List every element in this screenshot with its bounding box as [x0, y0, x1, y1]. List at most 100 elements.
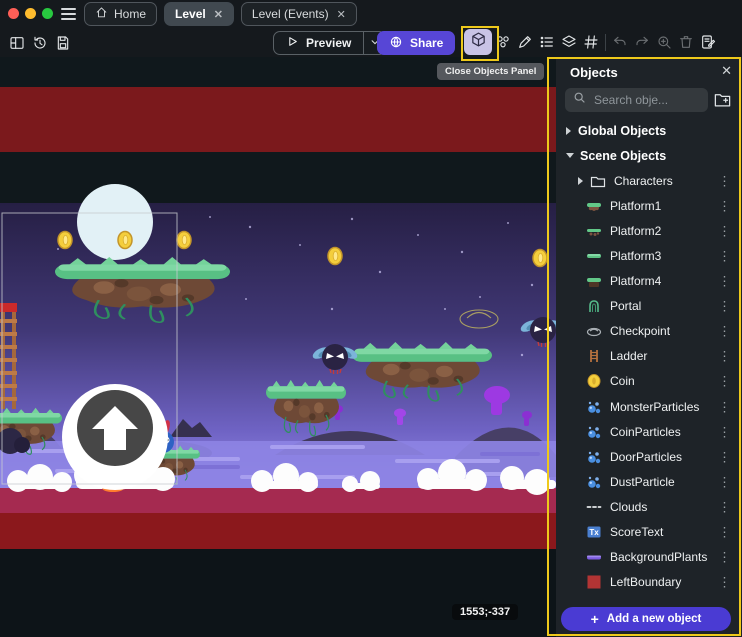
object-item-clouds[interactable]: Clouds ⋮ [556, 494, 742, 519]
object-label: Clouds [610, 500, 647, 514]
plant-icon [586, 549, 602, 565]
item-menu-icon[interactable]: ⋮ [718, 300, 731, 313]
panels-layout-icon[interactable] [6, 31, 28, 55]
object-item-coin[interactable]: Coin ⋮ [556, 369, 742, 394]
object-label: Coin [610, 374, 635, 388]
item-menu-icon[interactable]: ⋮ [718, 224, 731, 237]
object-item-backgroundplants[interactable]: BackgroundPlants⋮ [556, 545, 742, 570]
item-menu-icon[interactable]: ⋮ [718, 174, 731, 187]
object-label: LeftBoundary [610, 575, 681, 589]
jump-button-instance[interactable] [62, 384, 168, 490]
main-menu-icon[interactable] [61, 8, 76, 20]
history-icon[interactable] [29, 31, 51, 55]
item-menu-icon[interactable]: ⋮ [718, 199, 731, 212]
tab-level[interactable]: Level✕ [164, 2, 234, 26]
toolbar-left-icons [6, 31, 74, 55]
item-menu-icon[interactable]: ⋮ [718, 500, 731, 513]
platform-dark-icon [586, 273, 602, 289]
object-item-portal[interactable]: Portal⋮ [556, 294, 742, 319]
object-item-monsterparticles[interactable]: MonsterParticles⋮ [556, 394, 742, 419]
window-zoom-button[interactable] [42, 8, 53, 19]
platform-dotted-icon [586, 223, 602, 239]
particles-icon [586, 399, 602, 415]
item-menu-icon[interactable]: ⋮ [718, 400, 731, 413]
tree-section-scene-objects[interactable]: Scene Objects [556, 143, 742, 168]
object-label: Checkpoint [610, 324, 670, 338]
object-tree: Global ObjectsScene ObjectsCharacters⋮Pl… [556, 118, 742, 595]
object-item-platform4[interactable]: Platform4⋮ [556, 269, 742, 294]
object-item-dustparticle[interactable]: DustParticle⋮ [556, 469, 742, 494]
item-menu-icon[interactable]: ⋮ [718, 475, 731, 488]
item-menu-icon[interactable]: ⋮ [718, 325, 731, 338]
window-close-button[interactable] [8, 8, 19, 19]
undo-icon [609, 30, 631, 54]
chevron-down-icon[interactable] [566, 153, 574, 158]
tab-label: Home [114, 7, 146, 21]
chevron-right-icon[interactable] [566, 127, 571, 135]
object-label: CoinParticles [610, 425, 681, 439]
cursor-coordinates-badge: 1553;-337 [452, 604, 518, 620]
item-menu-icon[interactable]: ⋮ [718, 526, 731, 539]
item-menu-icon[interactable]: ⋮ [718, 450, 731, 463]
add-new-object-button[interactable]: + Add a new object [561, 607, 731, 631]
object-item-ladder[interactable]: Ladder⋮ [556, 344, 742, 369]
item-menu-icon[interactable]: ⋮ [718, 275, 731, 288]
tab-label: Level (Events) [252, 7, 329, 21]
particles-icon [586, 424, 602, 440]
title-bar: Home Level✕ Level (Events) ✕ [0, 0, 742, 28]
item-menu-icon[interactable]: ⋮ [718, 250, 731, 263]
chevron-right-icon[interactable] [578, 177, 583, 185]
close-icon[interactable]: ✕ [721, 63, 732, 79]
bottom-boundary-band [0, 513, 556, 549]
item-menu-icon[interactable]: ⋮ [718, 576, 731, 589]
tab-home[interactable]: Home [84, 2, 157, 26]
object-item-platform1[interactable]: Platform1⋮ [556, 193, 742, 218]
object-item-leftboundary[interactable]: LeftBoundary ⋮ [556, 570, 742, 595]
tab-close-icon[interactable]: ✕ [214, 8, 223, 21]
object-item-doorparticles[interactable]: DoorParticles⋮ [556, 444, 742, 469]
object-label: Platform3 [610, 249, 661, 263]
window-minimize-button[interactable] [25, 8, 36, 19]
grid-icon[interactable] [580, 30, 602, 54]
search-input[interactable] [592, 92, 700, 108]
item-menu-icon[interactable]: ⋮ [718, 375, 731, 388]
item-menu-icon[interactable]: ⋮ [718, 350, 731, 363]
tab-close-icon[interactable]: ✕ [337, 8, 346, 21]
trash-icon [675, 30, 697, 54]
scene-editor-canvas[interactable]: 1553;-337 [0, 57, 556, 637]
item-menu-icon[interactable]: ⋮ [718, 425, 731, 438]
object-item-coinparticles[interactable]: CoinParticles ⋮ [556, 419, 742, 444]
red-square-icon [586, 574, 602, 590]
object-groups-icon[interactable] [492, 30, 514, 54]
save-icon[interactable] [52, 31, 74, 55]
object-item-platform3[interactable]: Platform3 ⋮ [556, 243, 742, 268]
instances-list-icon[interactable] [536, 30, 558, 54]
object-item-platform2[interactable]: Platform2 ⋮ [556, 218, 742, 243]
add-folder-icon[interactable] [713, 90, 732, 114]
preview-button[interactable]: Preview [274, 32, 363, 54]
share-button[interactable]: Share [377, 31, 455, 55]
share-label: Share [410, 36, 443, 50]
moon-instance[interactable] [77, 184, 153, 260]
tab-level-events[interactable]: Level (Events) ✕ [241, 2, 357, 26]
object-item-checkpoint[interactable]: Checkpoint ⋮ [556, 319, 742, 344]
tooltip: Close Objects Panel [437, 63, 544, 80]
canvas-outside-area [0, 549, 556, 637]
layers-icon[interactable] [558, 30, 580, 54]
object-item-characters[interactable]: Characters⋮ [556, 168, 742, 193]
tree-section-global-objects[interactable]: Global Objects [556, 118, 742, 143]
object-label: Platform2 [610, 224, 661, 238]
tab-bar: Home Level✕ Level (Events) ✕ [84, 2, 357, 26]
svg-text:Tx: Tx [589, 528, 599, 537]
edit-icon[interactable] [514, 30, 536, 54]
objects-panel-toggle-button[interactable] [464, 29, 492, 55]
zoom-in-icon [653, 30, 675, 54]
scene-properties-icon[interactable] [697, 30, 719, 54]
platform-flat-icon [586, 248, 602, 264]
object-search-box[interactable] [565, 88, 708, 112]
coin-icon [586, 373, 602, 389]
item-menu-icon[interactable]: ⋮ [718, 551, 731, 564]
globe-icon [389, 35, 403, 52]
object-item-scoretext[interactable]: TxScoreText⋮ [556, 520, 742, 545]
preview-label: Preview [306, 36, 351, 50]
